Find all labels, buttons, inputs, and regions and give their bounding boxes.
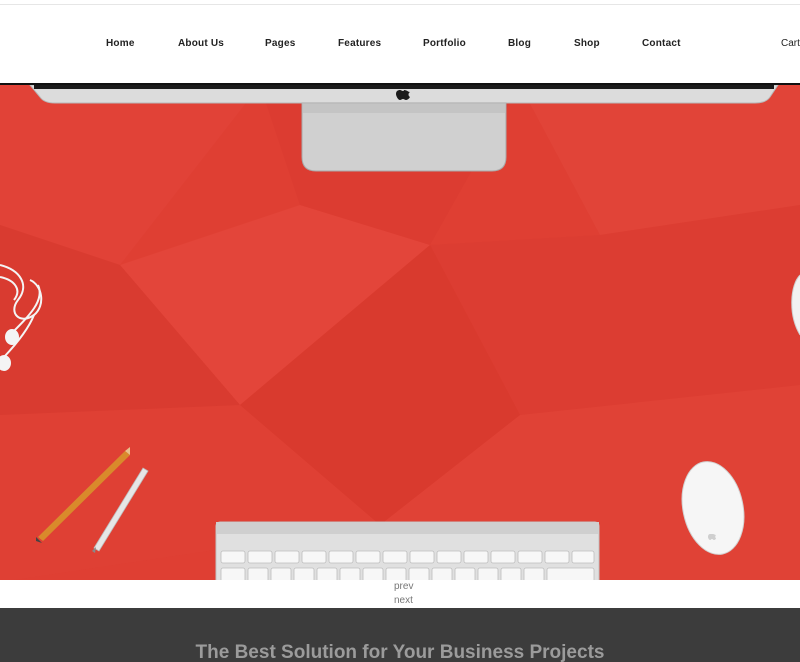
nav-item-portfolio[interactable]: Portfolio — [423, 38, 466, 49]
nav-item-features[interactable]: Features — [338, 38, 381, 49]
nav-item-pages[interactable]: Pages — [265, 38, 295, 49]
nav-item-blog[interactable]: Blog — [508, 38, 531, 49]
nav-item-home[interactable]: Home — [106, 38, 135, 49]
nav-item-about-us[interactable]: About Us — [178, 38, 224, 49]
keyboard — [215, 521, 600, 580]
nav-item-contact[interactable]: Contact — [642, 38, 681, 49]
prev-slide-link[interactable]: prev — [394, 581, 413, 592]
hero-slide — [0, 83, 800, 580]
intro-band: The Best Solution for Your Business Proj… — [0, 608, 800, 662]
next-slide-link[interactable]: next — [394, 595, 413, 606]
band-title: The Best Solution for Your Business Proj… — [195, 642, 605, 662]
nav-item-shop[interactable]: Shop — [574, 38, 600, 49]
site-header: Home About Us Pages Features Portfolio B… — [0, 5, 800, 83]
hero-image — [0, 85, 800, 580]
cart-link[interactable]: Cart — [781, 38, 800, 49]
slider-nav: prev next — [0, 580, 800, 608]
